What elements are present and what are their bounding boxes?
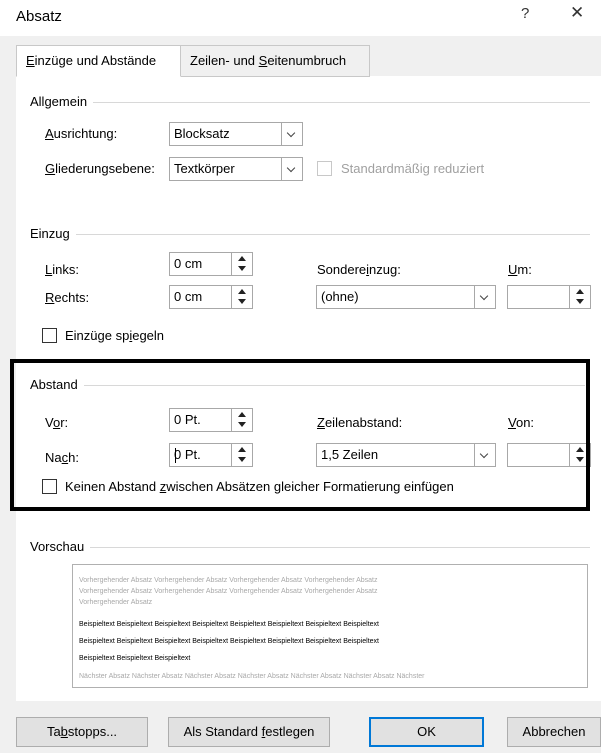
indent-left-label: Links:	[45, 262, 79, 277]
tab-indents-spacing[interactable]: Einzüge und Abstände	[16, 45, 181, 77]
indent-right-spinner[interactable]: 0 cm	[169, 285, 253, 309]
indent-by-label: Um:	[508, 262, 532, 277]
special-indent-label: Sondereinzug:	[317, 262, 401, 277]
collapsed-by-default-checkbox[interactable]	[317, 161, 332, 176]
mirror-indents-label: Einzüge spiegeln	[65, 328, 165, 343]
alignment-select[interactable]: Blocksatz	[169, 122, 303, 146]
close-button[interactable]: ✕	[570, 3, 584, 23]
tab-line-page-breaks[interactable]: Zeilen- und Seitenumbruch	[180, 45, 370, 77]
tabs-button[interactable]: Tabstopps...	[16, 717, 148, 747]
indent-group-line	[30, 234, 590, 235]
spacing-highlight-box	[10, 359, 590, 511]
outline-level-select[interactable]: Textkörper	[169, 157, 303, 181]
indent-right-label: Rechts:	[45, 290, 90, 305]
spin-down-icon[interactable]	[231, 297, 252, 308]
alignment-label: Ausrichtung:	[45, 126, 118, 141]
preview-group-label: Vorschau	[30, 539, 91, 555]
general-group-label: Allgemein	[30, 94, 94, 110]
indent-group-label: Einzug	[30, 226, 76, 242]
chevron-down-icon	[474, 286, 495, 308]
indent-left-spinner[interactable]: 0 cm	[169, 252, 253, 276]
preview-group-line	[30, 547, 590, 548]
help-button[interactable]: ?	[521, 5, 529, 22]
mirror-indents-checkbox[interactable]	[42, 328, 57, 343]
spin-down-icon[interactable]	[231, 264, 252, 275]
special-indent-select[interactable]: (ohne)	[316, 285, 496, 309]
preview-previous-line: Vorhergehender Absatz Vorhergehender Abs…	[79, 577, 378, 584]
chevron-down-icon	[281, 123, 302, 145]
spin-down-icon[interactable]	[569, 297, 590, 308]
ok-button[interactable]: OK	[369, 717, 484, 747]
collapsed-by-default-label: Standardmäßig reduziert	[341, 161, 485, 176]
preview-sample-line: Beispieltext Beispieltext Beispieltext B…	[79, 638, 379, 645]
chevron-down-icon	[281, 158, 302, 180]
paragraph-preview: Vorhergehender Absatz Vorhergehender Abs…	[72, 564, 588, 688]
cancel-button[interactable]: Abbrechen	[507, 717, 601, 747]
preview-previous-line: Vorhergehender Absatz	[79, 599, 153, 606]
outline-level-label: Gliederungsebene:	[45, 161, 155, 176]
preview-previous-line: Vorhergehender Absatz Vorhergehender Abs…	[79, 588, 378, 595]
preview-sample-line: Beispieltext Beispieltext Beispieltext B…	[79, 621, 379, 628]
preview-next-line: Nächster Absatz Nächster Absatz Nächster…	[79, 673, 425, 680]
general-group-line	[30, 102, 590, 103]
indent-by-spinner[interactable]	[507, 285, 591, 309]
set-as-default-button[interactable]: Als Standard festlegen	[168, 717, 330, 747]
preview-sample-line: Beispieltext Beispieltext Beispieltext	[79, 655, 191, 662]
window-title: Absatz	[16, 8, 62, 25]
